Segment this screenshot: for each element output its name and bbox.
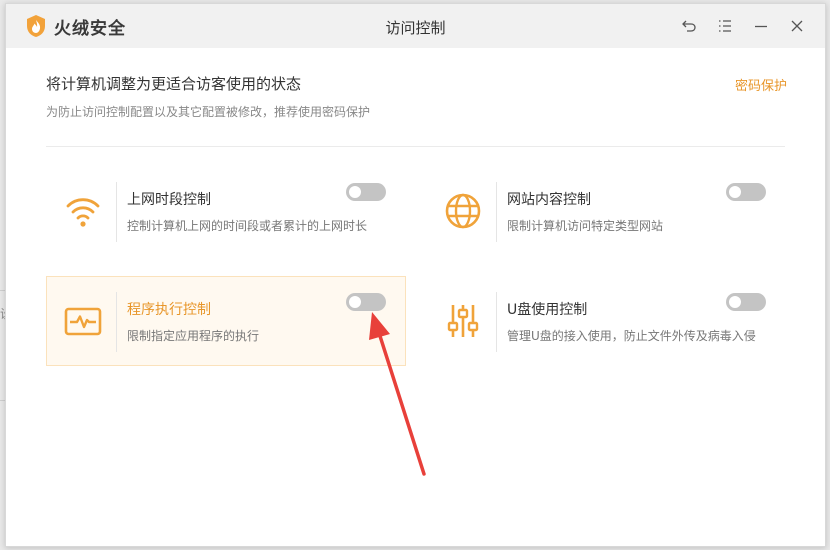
annotation-arrow: [369, 312, 426, 476]
access-control-window: 火绒安全 访问控制 将计算机调整为更适合访客使用的状态 为防止访问控制配置以及其…: [5, 3, 826, 547]
